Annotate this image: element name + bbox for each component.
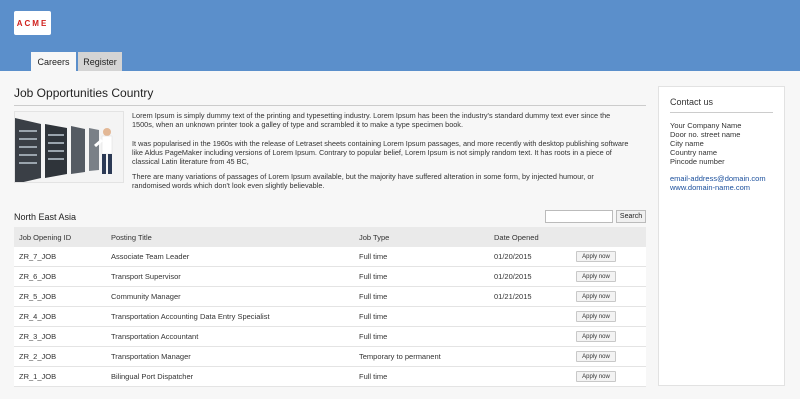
column-header-date-opened[interactable]: Date Opened bbox=[494, 233, 576, 242]
job-id: ZR_7_JOB bbox=[19, 252, 57, 261]
apply-now-button[interactable]: Apply now bbox=[576, 311, 616, 322]
job-type: Full time bbox=[359, 312, 388, 321]
table-row: ZR_3_JOB Transportation Accountant Full … bbox=[14, 327, 646, 347]
job-type: Full time bbox=[359, 292, 388, 301]
server-room-image bbox=[14, 111, 124, 183]
job-id: ZR_1_JOB bbox=[19, 372, 57, 381]
tab-register[interactable]: Register bbox=[78, 52, 122, 71]
date-opened: 01/21/2015 bbox=[494, 292, 532, 301]
search-input[interactable] bbox=[545, 210, 613, 223]
pincode: Pincode number bbox=[670, 157, 725, 166]
posting-title[interactable]: Community Manager bbox=[111, 292, 359, 301]
country-name: Country name bbox=[670, 148, 718, 157]
intro-paragraph-1: Lorem Ipsum is simply dummy text of the … bbox=[132, 111, 611, 129]
table-row: ZR_1_JOB Bilingual Port Dispatcher Full … bbox=[14, 367, 646, 387]
contact-divider bbox=[670, 112, 773, 113]
website-link[interactable]: www.domain-name.com bbox=[670, 183, 773, 192]
job-type: Full time bbox=[359, 252, 388, 261]
job-type: Full time bbox=[359, 372, 388, 381]
company-name: Your Company Name bbox=[670, 121, 742, 130]
job-id: ZR_5_JOB bbox=[19, 292, 57, 301]
contact-title: Contact us bbox=[670, 97, 714, 107]
apply-now-button[interactable]: Apply now bbox=[576, 331, 616, 342]
job-id: ZR_3_JOB bbox=[19, 332, 57, 341]
table-row: ZR_4_JOB Transportation Accounting Data … bbox=[14, 307, 646, 327]
posting-title[interactable]: Transportation Accounting Data Entry Spe… bbox=[111, 312, 359, 321]
apply-now-button[interactable]: Apply now bbox=[576, 291, 616, 302]
apply-now-button[interactable]: Apply now bbox=[576, 271, 616, 282]
street-address: Door no. street name bbox=[670, 130, 741, 139]
apply-now-button[interactable]: Apply now bbox=[576, 371, 616, 382]
table-header: Job Opening ID Posting Title Job Type Da… bbox=[14, 227, 646, 247]
table-row: ZR_6_JOB Transport Supervisor Full time … bbox=[14, 267, 646, 287]
job-type: Full time bbox=[359, 272, 388, 281]
date-opened: 01/20/2015 bbox=[494, 252, 532, 261]
posting-title[interactable]: Associate Team Leader bbox=[111, 252, 359, 261]
job-type: Temporary to permanent bbox=[359, 352, 441, 361]
job-id: ZR_6_JOB bbox=[19, 272, 57, 281]
site-header: ACME Careers Register bbox=[0, 0, 800, 71]
intro-paragraph-2: It was popularised in the 1960s with the… bbox=[132, 139, 629, 166]
column-header-job-type[interactable]: Job Type bbox=[359, 233, 494, 242]
job-type: Full time bbox=[359, 332, 388, 341]
column-header-posting-title[interactable]: Posting Title bbox=[111, 233, 359, 242]
job-id: ZR_2_JOB bbox=[19, 352, 57, 361]
posting-title[interactable]: Transport Supervisor bbox=[111, 272, 359, 281]
apply-now-button[interactable]: Apply now bbox=[576, 251, 616, 262]
region-title: North East Asia bbox=[14, 212, 77, 222]
posting-title[interactable]: Transportation Accountant bbox=[111, 332, 359, 341]
city-name: City name bbox=[670, 139, 704, 148]
contact-panel: Contact us Your Company Name Door no. st… bbox=[658, 86, 785, 386]
tab-careers[interactable]: Careers bbox=[31, 52, 76, 71]
table-row: ZR_7_JOB Associate Team Leader Full time… bbox=[14, 247, 646, 267]
column-header-job-id[interactable]: Job Opening ID bbox=[14, 233, 111, 242]
title-divider bbox=[14, 105, 646, 106]
intro-paragraph-3: There are many variations of passages of… bbox=[132, 172, 594, 190]
jobs-table: Job Opening ID Posting Title Job Type Da… bbox=[14, 227, 646, 387]
apply-now-button[interactable]: Apply now bbox=[576, 351, 616, 362]
search-button[interactable]: Search bbox=[616, 210, 646, 223]
table-row: ZR_2_JOB Transportation Manager Temporar… bbox=[14, 347, 646, 367]
email-link[interactable]: email-address@domain.com bbox=[670, 174, 773, 183]
page-title: Job Opportunities Country bbox=[14, 86, 154, 100]
job-id: ZR_4_JOB bbox=[19, 312, 57, 321]
acme-logo[interactable]: ACME bbox=[14, 11, 51, 35]
posting-title[interactable]: Transportation Manager bbox=[111, 352, 359, 361]
date-opened: 01/20/2015 bbox=[494, 272, 532, 281]
posting-title[interactable]: Bilingual Port Dispatcher bbox=[111, 372, 359, 381]
table-row: ZR_5_JOB Community Manager Full time 01/… bbox=[14, 287, 646, 307]
